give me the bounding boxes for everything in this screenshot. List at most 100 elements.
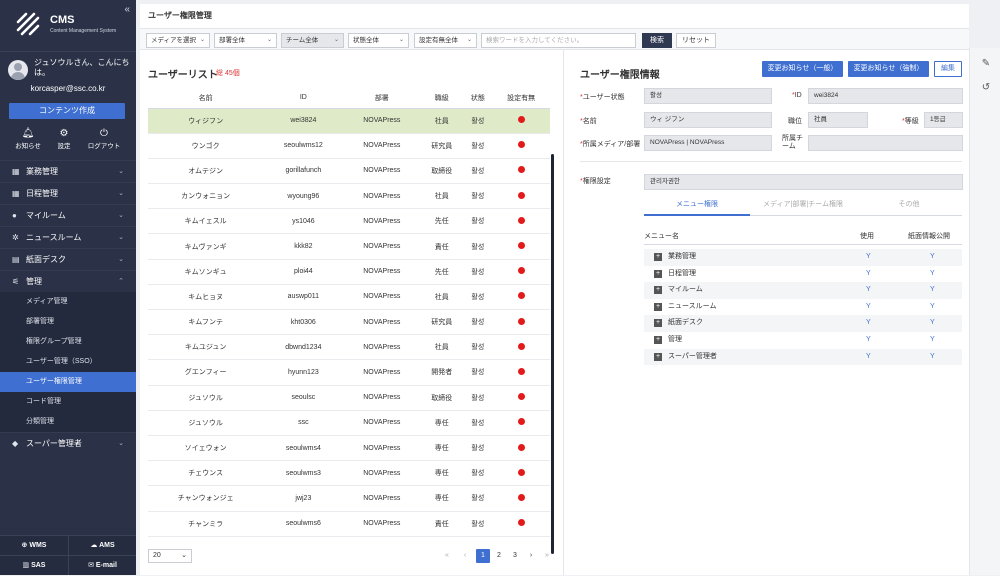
table-cell: 활성 (463, 511, 493, 537)
submenu-user-perm[interactable]: ユーザー権限管理 (0, 372, 136, 392)
table-row[interactable]: キムユジュン dbwnd1234 NOVAPress 社員 활성 (148, 334, 550, 361)
table-row[interactable]: キムフンテ kht0306 NOVAPress 研究員 활성 (148, 309, 550, 336)
sidebar-item-newsroom[interactable]: ✲ ニュースルーム ⌄ (0, 226, 136, 248)
use-value[interactable]: Y (866, 282, 871, 299)
table-row[interactable]: ソイェウォン seoulwms4 NOVAPress 専任 활성 (148, 435, 550, 462)
table-row[interactable]: ウィジフン wei3824 NOVAPress 社員 활성 (148, 108, 550, 134)
reset-button[interactable]: リセット (676, 33, 716, 48)
notify-normal-button[interactable]: 変更お知らせ（一般） (762, 61, 843, 77)
expand-icon[interactable]: + (654, 302, 662, 311)
sidebar-item-admin[interactable]: ⚟ 管理 ⌃ (0, 270, 136, 292)
table-row[interactable]: チャンミラ seoulwms6 NOVAPress 責任 활성 (148, 511, 550, 537)
sidebar-item-schedule[interactable]: ▦ 日程管理 ⌄ (0, 182, 136, 204)
table-row[interactable]: カンウォニョン wyoung96 NOVAPress 社員 활성 (148, 183, 550, 210)
history-icon[interactable]: ↺ (980, 82, 992, 94)
submenu-code[interactable]: コード管理 (0, 392, 136, 412)
table-row[interactable]: キムイェスル ys1046 NOVAPress 先任 활성 (148, 208, 550, 235)
settings-button[interactable]: ⚙ 設定 (46, 127, 82, 150)
publish-value[interactable]: Y (930, 349, 935, 366)
config-select[interactable]: 設定有無全体 ⌄ (414, 33, 477, 48)
table-cell: 研究員 (420, 133, 464, 159)
submenu-perm-group[interactable]: 権限グループ管理 (0, 332, 136, 352)
dept-select[interactable]: 部署全体 ⌄ (214, 33, 277, 48)
submenu-dept[interactable]: 部署管理 (0, 312, 136, 332)
table-cell: 社員 (420, 334, 464, 361)
last-page-button[interactable]: » (540, 549, 554, 563)
status-dot-icon (517, 317, 525, 325)
status-dot-icon (517, 267, 525, 275)
sidebar-item-myroom[interactable]: ● マイルーム ⌄ (0, 204, 136, 226)
use-value[interactable]: Y (866, 332, 871, 349)
table-cell: kkk82 (263, 233, 344, 260)
publish-value[interactable]: Y (930, 299, 935, 316)
app-subtitle: Content Management System (50, 28, 117, 34)
notice-button[interactable]: 🔔︎ お知らせ (10, 127, 46, 150)
team-select[interactable]: チーム全体 ⌄ (281, 33, 344, 48)
notify-force-button[interactable]: 変更お知らせ（強制） (848, 61, 929, 77)
table-row[interactable]: オムテジン gorillafunch NOVAPress 取締役 활성 (148, 158, 550, 185)
use-value[interactable]: Y (866, 299, 871, 316)
page-2-button[interactable]: 2 (492, 549, 506, 563)
tab-other[interactable]: その他 (856, 196, 962, 214)
use-value[interactable]: Y (866, 315, 871, 332)
expand-icon[interactable]: + (654, 286, 662, 295)
expand-icon[interactable]: + (654, 253, 662, 261)
memo-icon[interactable]: ✎ (980, 58, 992, 70)
publish-value[interactable]: Y (930, 332, 935, 349)
table-row[interactable]: チェウンス seoulwms3 NOVAPress 専任 활성 (148, 460, 550, 487)
table-row[interactable]: キムヴァンギ kkk82 NOVAPress 責任 활성 (148, 233, 550, 260)
table-row[interactable]: ジュソウル ssc NOVAPress 専任 활성 (148, 410, 550, 436)
page-1-button[interactable]: 1 (476, 549, 490, 563)
search-input[interactable]: 検索ワードを入力してください。 (481, 33, 636, 48)
table-row[interactable]: グエンフィー hyunn123 NOVAPress 開発者 활성 (148, 359, 550, 386)
expand-icon[interactable]: + (654, 269, 662, 278)
expand-icon[interactable]: + (654, 352, 662, 361)
grade-field: 1등급 (924, 112, 963, 128)
sidebar-item-label: マイルーム (26, 211, 66, 220)
chevron-down-icon: ⌄ (118, 440, 124, 447)
avatar[interactable] (8, 60, 28, 80)
publish-value[interactable]: Y (930, 266, 935, 283)
sas-link[interactable]: ▥ SAS (0, 555, 68, 575)
scrollbar[interactable] (551, 154, 554, 554)
next-page-button[interactable]: › (524, 549, 538, 563)
team-label: 所属チーム (782, 135, 803, 150)
tab-menu-perm[interactable]: メニュー権限 (644, 196, 750, 216)
create-content-button[interactable]: コンテンツ作成 (9, 103, 125, 119)
collapse-sidebar-icon[interactable]: « (124, 4, 130, 15)
logout-button[interactable]: ⏻ ログアウト (84, 127, 124, 150)
email-link[interactable]: ✉ E-mail (68, 555, 136, 575)
first-page-button[interactable]: « (440, 549, 454, 563)
prev-page-button[interactable]: ‹ (458, 549, 472, 563)
table-row[interactable]: キムヒョヌ auswp011 NOVAPress 社員 활성 (148, 284, 550, 311)
page-size-select[interactable]: 20 ⌄ (148, 549, 192, 563)
submenu-user-sso[interactable]: ユーザー管理（SSO） (0, 352, 136, 372)
expand-icon[interactable]: + (654, 319, 662, 328)
table-cell: 활성 (463, 158, 493, 185)
tab-media-perm[interactable]: メディア|部署|チーム権限 (750, 196, 856, 214)
use-value[interactable]: Y (866, 349, 871, 366)
status-select[interactable]: 状態全体 ⌄ (348, 33, 409, 48)
edit-button[interactable]: 編集 (934, 61, 962, 77)
sidebar-item-business[interactable]: ▦ 業務管理 ⌄ (0, 160, 136, 182)
publish-value[interactable]: Y (930, 249, 935, 266)
chevron-down-icon: ⌄ (199, 37, 205, 43)
table-row[interactable]: ウンゴク seoulwms12 NOVAPress 研究員 활성 (148, 133, 550, 159)
search-button[interactable]: 検索 (642, 33, 672, 48)
table-row[interactable]: キムソンギュ ploi44 NOVAPress 先任 활성 (148, 259, 550, 285)
publish-value[interactable]: Y (930, 315, 935, 332)
ams-link[interactable]: ☁ AMS (68, 535, 136, 555)
media-select[interactable]: メディアを選択 ⌄ (146, 33, 210, 48)
sidebar-item-desk[interactable]: ▤ 紙面デスク ⌄ (0, 248, 136, 270)
expand-icon[interactable]: + (654, 336, 662, 344)
sidebar-item-super-admin[interactable]: ◆ スーパー管理者 ⌄ (0, 432, 136, 454)
table-row[interactable]: チャンウォンジェ jwj23 NOVAPress 専任 활성 (148, 485, 550, 512)
wms-link[interactable]: ⊕ WMS (0, 535, 68, 555)
use-value[interactable]: Y (866, 249, 871, 266)
publish-value[interactable]: Y (930, 282, 935, 299)
page-3-button[interactable]: 3 (508, 549, 522, 563)
submenu-media[interactable]: メディア管理 (0, 292, 136, 312)
table-row[interactable]: ジュソウル seoulsc NOVAPress 取締役 활성 (148, 385, 550, 411)
submenu-category[interactable]: 分類管理 (0, 412, 136, 432)
use-value[interactable]: Y (866, 266, 871, 283)
